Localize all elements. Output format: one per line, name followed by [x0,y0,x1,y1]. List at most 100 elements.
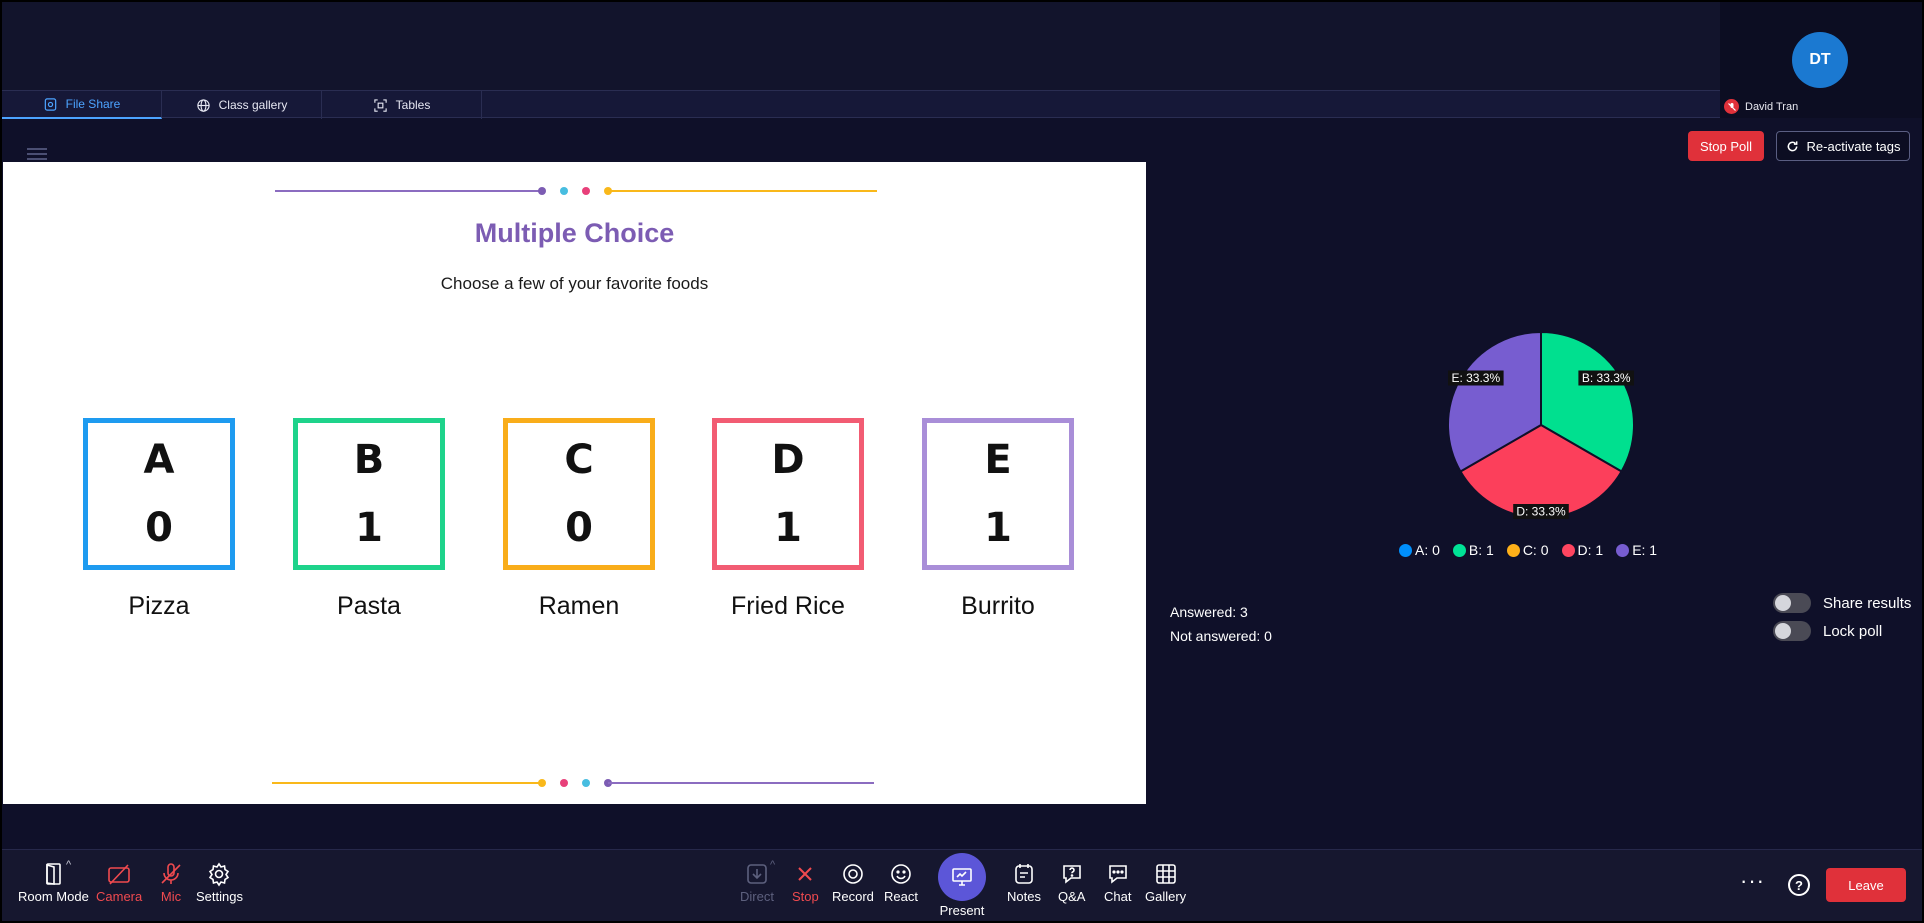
tables-icon [373,98,387,112]
legend-swatch [1505,542,1521,558]
share-results-toggle[interactable] [1773,593,1811,613]
legend-label: C: 0 [1522,542,1549,558]
direct-button[interactable]: Direct [740,861,774,904]
legend-label: B: 1 [1468,542,1494,558]
legend-label: D: 1 [1577,542,1604,558]
option-a: A 0 Pizza [83,418,235,621]
legend-swatch [1560,542,1576,558]
poll-results-pie-chart: B: 33.3% D: 33.3% E: 33.3% [1447,330,1635,519]
option-d: D 1 Fried Rice [712,418,864,621]
react-label: React [884,889,918,904]
record-button[interactable]: Record [832,861,874,904]
option-name: Fried Rice [731,592,845,620]
camera-label: Camera [96,889,143,904]
chat-label: Chat [1104,889,1132,904]
participant-name: David Tran [1745,100,1799,113]
door-icon [46,863,62,885]
option-b: B 1 Pasta [293,418,445,621]
participant-tile[interactable]: DT David Tran [1720,0,1922,118]
question-bubble-icon [1062,865,1081,884]
mic-off-icon [1724,99,1739,114]
share-results-row: Share results [1773,593,1911,613]
option-letter: B [353,437,385,483]
gallery-button[interactable]: Gallery [1145,861,1186,904]
legend-item[interactable]: D: 1 [1560,542,1604,558]
option-letter: A [143,437,175,483]
camera-off-icon [108,864,130,885]
data-label-d: D: 33.3% [1516,505,1566,519]
option-name: Pasta [337,592,401,620]
refresh-icon [1787,140,1797,151]
data-label-b: B: 33.3% [1582,371,1631,385]
menu-icon[interactable] [27,148,47,160]
room-mode-button[interactable]: Room Mode [18,861,89,904]
option-c-box: C 0 [503,418,655,570]
option-letter: C [564,437,594,483]
more-options-icon[interactable]: ··· [1740,868,1765,894]
chart-legend: A: 0 B: 1 C: 0 D: 1 E: 1 [1398,542,1657,558]
tab-file-share[interactable]: File Share [2,91,162,119]
reactivate-tags-button[interactable]: Re-activate tags [1776,131,1910,161]
leave-button[interactable]: Leave [1826,868,1906,902]
option-letter: D [771,437,805,483]
lock-poll-label: Lock poll [1823,622,1883,640]
globe-icon [196,98,210,112]
option-count: 0 [145,505,173,551]
qa-button[interactable]: Q&A [1058,861,1085,904]
lock-poll-row: Lock poll [1773,621,1882,641]
notes-button[interactable]: Notes [1007,861,1041,904]
download-icon [747,864,767,884]
option-count: 1 [355,505,383,551]
legend-item[interactable]: C: 0 [1505,542,1549,558]
lock-poll-toggle[interactable] [1773,621,1811,641]
option-letter: E [984,437,1012,483]
presentation-icon [952,868,972,886]
camera-button[interactable]: Camera [96,861,142,904]
legend-swatch [1615,542,1631,558]
record-icon [843,864,863,884]
answered-count: Answered: 3 [1170,604,1248,620]
option-name: Ramen [538,592,620,620]
option-count: 1 [984,505,1012,551]
legend-item[interactable]: A: 0 [1398,542,1440,558]
not-answered-count: Not answered: 0 [1170,628,1272,644]
react-button[interactable]: React [884,861,918,904]
legend-label: E: 1 [1632,542,1658,558]
option-c: C 0 Ramen [503,418,655,621]
option-b-box: B 1 [293,418,445,570]
share-results-label: Share results [1823,594,1912,612]
settings-label: Settings [196,889,243,904]
mic-off-icon [161,863,181,884]
smile-icon [891,864,911,884]
poll-stats: Answered: 3 Not answered: 0 [1170,600,1272,648]
mic-button[interactable]: Mic [158,861,184,904]
tab-tables[interactable]: Tables [322,91,482,119]
legend-label: A: 0 [1415,542,1440,558]
gear-icon [209,862,230,887]
option-name: Burrito [961,592,1035,620]
presentation-slide: Multiple Choice Choose a few of your fav… [3,162,1146,804]
legend-item[interactable]: E: 1 [1615,542,1657,558]
notes-icon [1015,864,1033,884]
stop-poll-button[interactable]: Stop Poll [1688,131,1764,161]
stop-button[interactable]: Stop [792,861,819,904]
option-a-box: A 0 [83,418,235,570]
option-e: E 1 Burrito [922,418,1074,621]
legend-item[interactable]: B: 1 [1451,542,1494,558]
settings-button[interactable]: Settings [196,861,243,904]
qa-label: Q&A [1058,889,1086,904]
tab-class-gallery[interactable]: Class gallery [162,91,322,119]
direct-caret-icon[interactable]: ^ [770,859,775,871]
chat-button[interactable]: Chat [1104,861,1131,904]
file-share-icon [44,97,56,111]
present-button[interactable]: Present [938,853,986,918]
option-name: Pizza [128,592,190,620]
tabs-bar: File Share Class gallery Tables [2,90,1720,119]
option-count: 0 [565,505,593,551]
data-label-e: E: 33.3% [1451,371,1500,385]
room-mode-caret-icon[interactable]: ^ [66,859,71,871]
grid-icon [1155,864,1176,884]
help-icon[interactable]: ? [1788,874,1810,896]
option-count: 1 [774,505,802,551]
direct-label: Direct [740,889,774,904]
